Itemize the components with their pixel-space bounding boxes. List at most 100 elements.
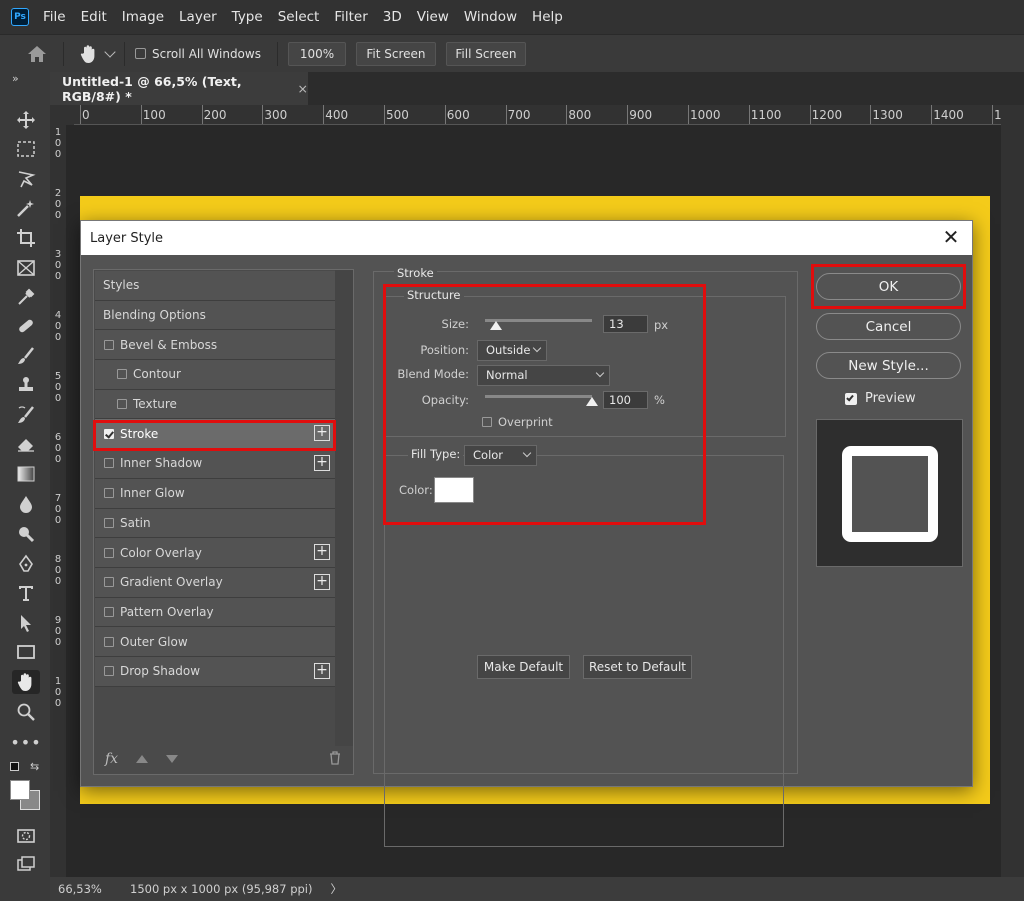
cancel-button[interactable]: Cancel <box>816 313 961 340</box>
style-item-inner-glow[interactable]: Inner Glow <box>95 478 335 509</box>
style-checkbox[interactable] <box>104 636 114 647</box>
marquee-tool-icon[interactable] <box>12 137 40 161</box>
style-item-outer-glow[interactable]: Outer Glow <box>95 627 335 657</box>
panel-collapse-icon[interactable]: » <box>12 72 19 85</box>
vertical-scrollbar[interactable] <box>1001 105 1024 877</box>
type-tool-icon[interactable] <box>12 581 40 605</box>
lasso-tool-icon[interactable] <box>12 167 40 191</box>
chevron-down-icon[interactable] <box>104 45 116 58</box>
style-checkbox[interactable] <box>117 399 127 410</box>
style-item-gradient-overlay[interactable]: Gradient Overlay + <box>95 567 335 598</box>
styles-footer: fx <box>94 744 353 774</box>
close-icon[interactable]: ✕ <box>942 227 960 247</box>
foreground-color-swatch[interactable] <box>10 780 30 800</box>
more-tools-icon[interactable]: ••• <box>10 730 40 754</box>
zoom-100-button[interactable]: 100% <box>287 41 346 66</box>
new-style-button[interactable]: New Style... <box>816 352 961 379</box>
style-checkbox[interactable] <box>104 577 114 588</box>
menu-type[interactable]: Type <box>232 9 263 25</box>
add-effect-icon[interactable]: + <box>314 544 330 561</box>
hand-tool-active-icon[interactable] <box>12 670 40 694</box>
ruler-tick-label: 1 0 0 <box>54 676 62 709</box>
style-checkbox[interactable] <box>104 547 114 558</box>
brush-tool-icon[interactable] <box>12 344 40 368</box>
status-menu-arrow-icon[interactable]: 〉 <box>331 881 343 897</box>
eraser-tool-icon[interactable] <box>12 432 40 456</box>
preview-checkbox[interactable] <box>845 393 857 405</box>
menu-image[interactable]: Image <box>122 9 164 25</box>
document-tab[interactable]: Untitled-1 @ 66,5% (Text, RGB/8#) * × <box>50 72 308 105</box>
home-icon[interactable] <box>26 43 48 65</box>
menu-3d[interactable]: 3D <box>383 9 402 25</box>
style-item-bevel-emboss[interactable]: Bevel & Emboss <box>95 330 335 361</box>
healing-brush-tool-icon[interactable] <box>12 314 40 338</box>
swap-colors-icon[interactable]: ⇆ <box>30 760 39 773</box>
style-checkbox[interactable] <box>104 339 114 350</box>
magic-wand-tool-icon[interactable] <box>12 196 40 220</box>
style-checkbox[interactable] <box>104 488 114 499</box>
style-item-blending-options[interactable]: Blending Options <box>95 300 335 331</box>
delete-effect-icon[interactable] <box>329 750 341 768</box>
move-tool-icon[interactable] <box>12 108 40 132</box>
ruler-tick-label: 400 <box>325 108 349 122</box>
dodge-tool-icon[interactable] <box>12 522 40 546</box>
style-item-drop-shadow[interactable]: Drop Shadow + <box>95 656 335 687</box>
style-checkbox[interactable] <box>104 666 114 677</box>
make-default-button[interactable]: Make Default <box>477 655 570 679</box>
hand-tool-icon[interactable] <box>78 43 100 65</box>
style-item-inner-shadow[interactable]: Inner Shadow + <box>95 449 335 479</box>
style-item-pattern-overlay[interactable]: Pattern Overlay <box>95 597 335 628</box>
gradient-tool-icon[interactable] <box>12 462 40 486</box>
fill-screen-button[interactable]: Fill Screen <box>445 41 526 66</box>
style-item-texture[interactable]: Texture <box>95 389 335 420</box>
crop-tool-icon[interactable] <box>12 226 40 250</box>
eyedropper-tool-icon[interactable] <box>12 285 40 309</box>
vertical-ruler: 1 0 0 2 0 0 3 0 0 4 0 0 5 0 0 6 0 0 7 0 0 8 0 0… <box>50 125 66 877</box>
quick-mask-icon[interactable] <box>12 824 40 848</box>
style-checkbox[interactable] <box>104 606 114 617</box>
history-brush-tool-icon[interactable] <box>12 403 40 427</box>
style-item-label: Texture <box>133 397 177 412</box>
style-item-color-overlay[interactable]: Color Overlay + <box>95 538 335 568</box>
ruler-tick-mark <box>992 105 993 124</box>
rectangle-tool-icon[interactable] <box>12 640 40 664</box>
style-item-styles[interactable]: Styles <box>95 271 335 301</box>
menu-file[interactable]: File <box>43 9 66 25</box>
move-down-icon[interactable] <box>166 755 179 763</box>
clone-stamp-tool-icon[interactable] <box>12 373 40 397</box>
photoshop-logo-icon[interactable]: Ps <box>11 8 29 26</box>
add-effect-icon[interactable]: + <box>314 662 330 679</box>
move-up-icon[interactable] <box>136 755 149 763</box>
style-checkbox[interactable] <box>117 369 127 380</box>
reset-to-default-button[interactable]: Reset to Default <box>583 655 692 679</box>
zoom-tool-icon[interactable] <box>12 700 40 724</box>
path-selection-tool-icon[interactable] <box>12 611 40 635</box>
style-item-contour[interactable]: Contour <box>95 360 335 390</box>
menu-edit[interactable]: Edit <box>81 9 107 25</box>
style-item-label: Contour <box>133 367 181 382</box>
menu-filter[interactable]: Filter <box>334 9 367 25</box>
blur-tool-icon[interactable] <box>12 492 40 516</box>
menu-select[interactable]: Select <box>278 9 320 25</box>
add-effect-icon[interactable]: + <box>314 573 330 590</box>
scroll-all-windows-checkbox[interactable] <box>135 48 146 59</box>
preview-thumbnail <box>842 446 938 542</box>
styles-scrollbar[interactable] <box>335 270 353 746</box>
screen-mode-icon[interactable] <box>12 852 40 876</box>
style-item-label: Bevel & Emboss <box>120 337 218 352</box>
style-checkbox[interactable] <box>104 517 114 528</box>
frame-tool-icon[interactable] <box>12 256 40 280</box>
menu-view[interactable]: View <box>417 9 449 25</box>
menu-layer[interactable]: Layer <box>179 9 217 25</box>
zoom-level[interactable]: 66,53% <box>58 882 130 896</box>
fit-screen-button[interactable]: Fit Screen <box>355 41 436 66</box>
close-tab-icon[interactable]: × <box>298 81 308 96</box>
default-colors-icon[interactable] <box>10 762 19 771</box>
style-item-satin[interactable]: Satin <box>95 508 335 539</box>
add-effect-icon[interactable]: + <box>314 455 330 472</box>
fx-icon[interactable]: fx <box>105 751 118 767</box>
style-checkbox[interactable] <box>104 458 114 469</box>
pen-tool-icon[interactable] <box>12 552 40 576</box>
menu-help[interactable]: Help <box>532 9 563 25</box>
menu-window[interactable]: Window <box>464 9 517 25</box>
